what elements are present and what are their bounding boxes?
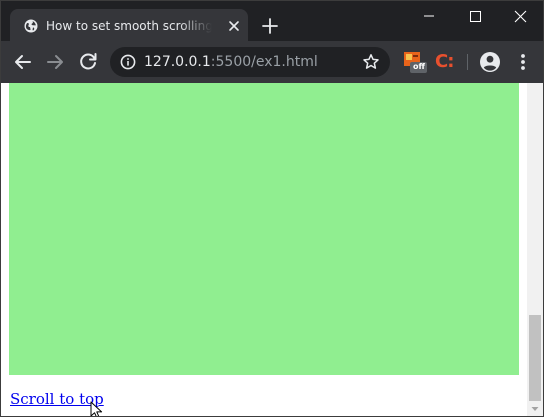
toolbar: 127.0.0.1:5500/ex1.html off C: <box>1 41 543 83</box>
globe-icon <box>24 19 38 33</box>
scroll-down-arrow-icon[interactable] <box>527 401 543 417</box>
reload-icon[interactable] <box>76 50 100 74</box>
arrow-left-icon[interactable] <box>11 50 35 74</box>
address-bar[interactable]: 127.0.0.1:5500/ex1.html <box>110 47 390 77</box>
toolbar-divider <box>467 54 468 70</box>
scrollbar-thumb[interactable] <box>529 315 541 401</box>
browser-window: How to set smooth scrolling after <box>0 0 544 417</box>
maximize-icon[interactable] <box>452 1 498 31</box>
mouse-cursor-icon <box>90 401 103 416</box>
account-circle-icon[interactable] <box>479 51 501 73</box>
close-icon[interactable] <box>226 18 242 34</box>
page-viewport: Scroll to top <box>1 83 543 417</box>
tab-title: How to set smooth scrolling after <box>46 19 212 33</box>
extension-badge: off <box>413 62 425 71</box>
green-content-box <box>9 83 519 375</box>
url-path: :5500/ex1.html <box>210 54 318 70</box>
minimize-icon[interactable] <box>406 1 452 31</box>
window-close-icon[interactable] <box>498 1 544 31</box>
url-text[interactable]: 127.0.0.1:5500/ex1.html <box>144 53 318 71</box>
vertical-scrollbar[interactable] <box>527 83 543 417</box>
info-icon[interactable] <box>120 54 136 70</box>
extension-c-button[interactable]: C: <box>435 51 455 73</box>
kebab-menu-icon[interactable] <box>514 52 532 72</box>
tab-strip: How to set smooth scrolling after <box>1 1 544 41</box>
extension-toggle-button[interactable]: off <box>403 50 427 74</box>
plus-icon[interactable] <box>261 17 279 35</box>
arrow-right-icon[interactable] <box>43 50 67 74</box>
url-host: 127.0.0.1 <box>144 54 211 70</box>
active-tab[interactable]: How to set smooth scrolling after <box>10 9 248 41</box>
star-icon[interactable] <box>362 53 380 71</box>
extension-c-label: C: <box>435 51 454 72</box>
